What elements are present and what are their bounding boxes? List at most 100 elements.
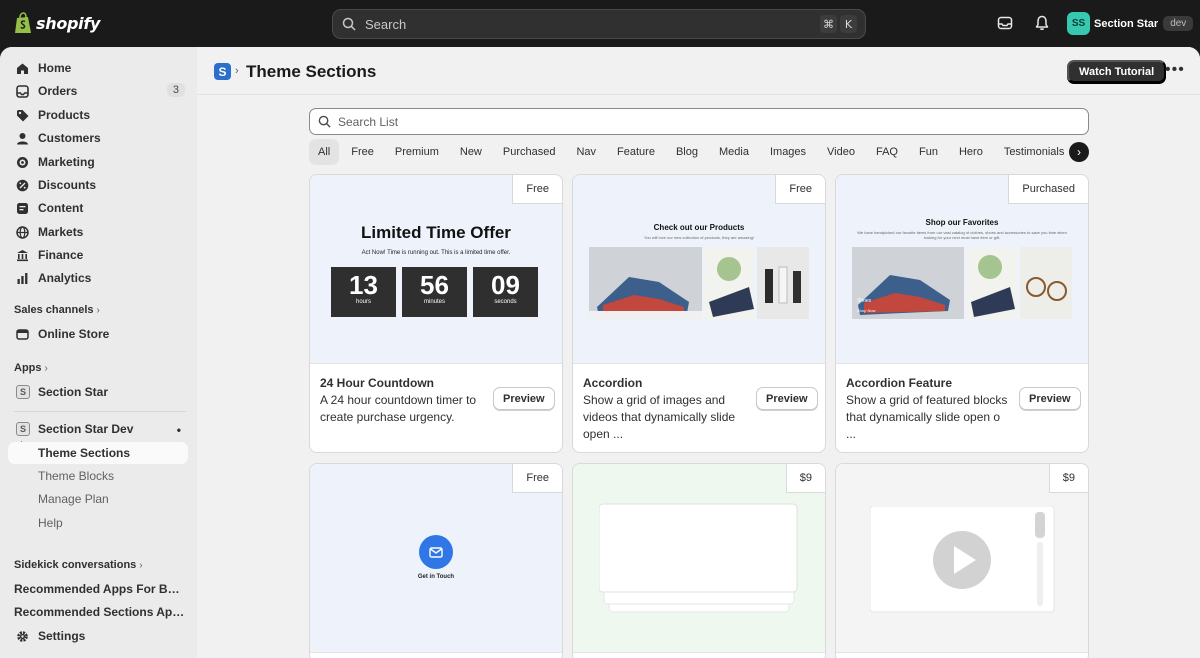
section-star-app-icon: S (16, 385, 30, 399)
shortcut-k-key: K (840, 15, 857, 33)
filter-tab-fun[interactable]: Fun (910, 139, 947, 165)
global-search-bar[interactable]: Search ⌘ K (332, 9, 866, 39)
section-card-stacked[interactable]: $9 (572, 463, 826, 658)
filter-tab-hero[interactable]: Hero (950, 139, 992, 165)
thumb-cta: Shop Now (857, 308, 876, 313)
sales-channels-heading[interactable]: Sales channels › (14, 304, 100, 316)
thumb-subtitle: You will love our new collection of prod… (644, 235, 754, 240)
section-name: 24 Hour Countdown (320, 376, 434, 390)
orders-count-badge: 3 (166, 83, 185, 97)
filter-tab-nav[interactable]: Nav (567, 139, 605, 165)
chevron-right-icon: › (44, 363, 48, 374)
filter-tab-premium[interactable]: Premium (386, 139, 448, 165)
shopify-logo[interactable]: shopify (14, 12, 100, 34)
scroll-right-icon[interactable]: › (1069, 142, 1089, 162)
sidebar-item-products[interactable]: Products (8, 104, 188, 126)
store-menu[interactable]: SS Section Star dev (1067, 12, 1194, 35)
sidebar-subitem-help[interactable]: Help (8, 512, 188, 534)
person-icon (17, 133, 28, 145)
section-star-dev-app-icon: S (16, 422, 30, 436)
filter-tab-images[interactable]: Images (761, 139, 815, 165)
more-actions-icon[interactable]: ••• (1165, 61, 1185, 79)
sidebar-divider (14, 411, 186, 412)
preview-button[interactable]: Preview (1019, 387, 1081, 410)
apps-heading[interactable]: Apps › (14, 362, 48, 374)
target-icon (17, 157, 28, 168)
chevron-right-icon: › (96, 305, 100, 316)
sidebar-item-home[interactable]: Home (8, 57, 188, 79)
content-icon (17, 203, 28, 214)
filter-tab-all[interactable]: All (309, 139, 340, 165)
inbox-icon[interactable] (997, 15, 1013, 31)
bell-icon[interactable] (1034, 15, 1050, 31)
sidebar-item-label: Content (38, 201, 84, 215)
sidebar-item-settings[interactable]: Settings (8, 625, 188, 647)
section-description: Show a grid of images and videos that dy… (583, 393, 736, 441)
filter-tab-free[interactable]: Free (342, 139, 383, 165)
sidebar-item-finance[interactable]: Finance (8, 244, 188, 266)
pin-dot-icon[interactable]: • (177, 423, 181, 437)
chart-icon (17, 273, 28, 284)
filter-tab-feature[interactable]: Feature (608, 139, 664, 165)
countdown-title: Limited Time Offer (361, 223, 511, 242)
sidebar-subitem-theme-blocks[interactable]: Theme Blocks (8, 465, 188, 487)
filter-tab-video[interactable]: Video (818, 139, 864, 165)
dev-store-badge: dev (1163, 16, 1194, 31)
bank-icon (17, 250, 28, 262)
thumb-title: Check out our Products (653, 223, 745, 232)
sidekick-conversation-1[interactable]: Recommended Apps For Building a Store (14, 582, 186, 596)
countdown-minutes-label: minutes (423, 299, 445, 305)
sidebar-item-section-star-dev[interactable]: S Section Star Dev • (8, 418, 188, 440)
sidebar-item-online-store[interactable]: Online Store (8, 323, 188, 345)
search-icon (318, 115, 331, 128)
filter-tab-faq[interactable]: FAQ (867, 139, 907, 165)
gear-icon (17, 631, 28, 642)
filter-tab-blog[interactable]: Blog (667, 139, 707, 165)
sidekick-conversation-2[interactable]: Recommended Sections Apps for Shopify (14, 605, 186, 619)
shopify-wordmark: shopify (36, 13, 101, 33)
shortcut-command-key: ⌘ (820, 15, 837, 33)
sidebar-item-analytics[interactable]: Analytics (8, 267, 188, 289)
section-card-accordion[interactable]: Check out our Products You will love our… (572, 174, 826, 453)
store-name: Section Star (1094, 17, 1159, 30)
sidebar-subitem-theme-sections[interactable]: Theme Sections (8, 442, 188, 464)
filter-tab-media[interactable]: Media (710, 139, 758, 165)
section-card-accordion-feature[interactable]: Shop our Favorites We have handpicked ou… (835, 174, 1089, 453)
countdown-hours-label: hours (355, 299, 371, 305)
shopify-bag-icon (15, 12, 31, 33)
section-card-video[interactable]: $9 (835, 463, 1089, 658)
sidebar-item-label: Discounts (38, 178, 97, 192)
top-bar: shopify Search ⌘ K SS Section Star dev (0, 0, 1200, 47)
preview-button[interactable]: Preview (493, 387, 555, 410)
price-tag: Free (512, 464, 562, 493)
sidebar-item-label: Analytics (38, 271, 92, 285)
sidebar-item-markets[interactable]: Markets (8, 221, 188, 243)
countdown-seconds-label: seconds (494, 299, 517, 305)
sidekick-heading[interactable]: Sidekick conversations › (14, 559, 143, 571)
apps-label: Apps (14, 362, 42, 374)
sidekick-label: Sidekick conversations (14, 559, 137, 571)
sidebar-item-customers[interactable]: Customers (8, 127, 188, 149)
sidebar-item-label: Home (38, 61, 72, 75)
preview-button[interactable]: Preview (756, 387, 818, 410)
watch-tutorial-button[interactable]: Watch Tutorial (1067, 60, 1167, 83)
storefront-icon (16, 329, 29, 340)
sidebar-subitem-manage-plan[interactable]: Manage Plan (8, 488, 188, 510)
filter-tab-purchased[interactable]: Purchased (494, 139, 565, 165)
sidebar-item-content[interactable]: Content (8, 197, 188, 219)
section-card-contact[interactable]: Get in Touch Free (309, 463, 563, 658)
filter-tab-testimonials[interactable]: Testimonials (995, 139, 1074, 165)
filter-tab-new[interactable]: New (451, 139, 491, 165)
sidebar-subitem-label: Help (38, 516, 63, 530)
list-search-placeholder: Search List (338, 114, 399, 129)
section-name: Accordion Feature (846, 376, 953, 390)
thumb-title: Shop our Favorites (925, 218, 999, 227)
sidebar-item-marketing[interactable]: Marketing (8, 151, 188, 173)
section-name: Accordion (583, 376, 643, 390)
sidebar-item-discounts[interactable]: Discounts (8, 174, 188, 196)
list-search-input[interactable]: Search List (309, 108, 1089, 135)
sidebar-item-section-star[interactable]: S Section Star (8, 381, 188, 403)
sidebar-item-orders[interactable]: Home Orders 3 (8, 80, 188, 102)
section-card-countdown[interactable]: Limited Time Offer Act Now! Time is runn… (309, 174, 563, 453)
section-star-logo-icon[interactable]: S (214, 63, 231, 80)
